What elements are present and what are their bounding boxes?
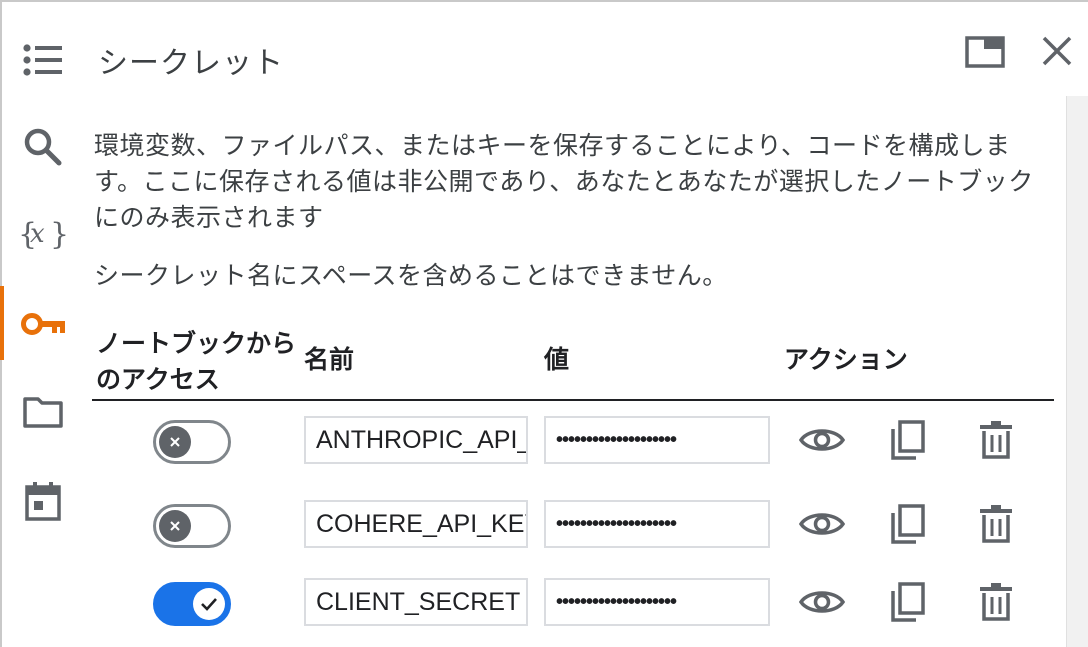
secret-value-input[interactable]: •••••••••••••••••••• — [544, 578, 770, 626]
copy-icon[interactable] — [882, 576, 934, 628]
secret-name-note: シークレット名にスペースを含めることはできません。 — [94, 261, 728, 290]
secret-name-value: ANTHROPIC_API_KEY — [316, 426, 526, 454]
notebook-access-toggle[interactable] — [153, 504, 231, 548]
key-icon[interactable] — [20, 306, 68, 342]
delete-icon[interactable] — [970, 414, 1022, 466]
secret-name-value: COHERE_API_KEY — [316, 510, 528, 538]
calendar-icon[interactable] — [20, 478, 66, 524]
secret-name-input[interactable]: COHERE_API_KEY — [304, 500, 528, 548]
folder-icon[interactable] — [20, 392, 66, 432]
table-row: ANTHROPIC_API_KEY •••••••••••••••••••• — [92, 404, 1054, 484]
show-value-eye-icon[interactable] — [796, 576, 848, 628]
search-icon[interactable] — [22, 126, 64, 168]
open-in-tab-icon[interactable] — [962, 32, 1008, 72]
window-top-border — [0, 0, 1088, 2]
secret-value-masked: •••••••••••••••••••• — [556, 591, 677, 613]
secret-value-masked: •••••••••••••••••••• — [556, 429, 677, 451]
column-header-value: 値 — [544, 345, 570, 374]
notebook-access-toggle[interactable] — [153, 420, 231, 464]
table-row: COHERE_API_KEY •••••••••••••••••••• — [92, 488, 1054, 568]
column-header-access: ノートブックからのアクセス — [96, 329, 297, 394]
show-value-eye-icon[interactable] — [796, 498, 848, 550]
panel-title: シークレット — [98, 46, 284, 81]
secret-name-value: CLIENT_SECRET — [316, 588, 521, 616]
close-icon[interactable] — [1036, 30, 1078, 72]
variables-icon[interactable]: { x } — [18, 212, 66, 256]
toggle-on-check-icon — [193, 588, 225, 620]
delete-icon[interactable] — [970, 498, 1022, 550]
notebook-access-toggle[interactable] — [153, 582, 231, 626]
toggle-off-icon — [159, 510, 191, 542]
secret-value-masked: •••••••••••••••••••• — [556, 513, 677, 535]
secret-name-input[interactable]: CLIENT_SECRET — [304, 578, 528, 626]
column-header-name: 名前 — [304, 345, 355, 374]
show-value-eye-icon[interactable] — [796, 414, 848, 466]
description-text: 環境変数、ファイルパス、またはキーを保存することにより、コードを構成します。ここ… — [94, 131, 1034, 232]
table-header-divider — [92, 399, 1054, 401]
delete-icon[interactable] — [970, 576, 1022, 628]
column-header-action: アクション — [784, 345, 908, 374]
svg-text:x: x — [30, 219, 45, 249]
secret-value-input[interactable]: •••••••••••••••••••• — [544, 500, 770, 548]
toggle-off-icon — [159, 426, 191, 458]
copy-icon[interactable] — [882, 414, 934, 466]
table-of-contents-icon[interactable] — [20, 40, 64, 80]
copy-icon[interactable] — [882, 498, 934, 550]
svg-text:}: } — [50, 217, 66, 252]
active-tab-indicator — [0, 286, 4, 360]
secret-name-input[interactable]: ANTHROPIC_API_KEY — [304, 416, 528, 464]
scrollbar[interactable] — [1066, 96, 1088, 647]
table-row: CLIENT_SECRET •••••••••••••••••••• — [92, 566, 1054, 646]
secret-value-input[interactable]: •••••••••••••••••••• — [544, 416, 770, 464]
